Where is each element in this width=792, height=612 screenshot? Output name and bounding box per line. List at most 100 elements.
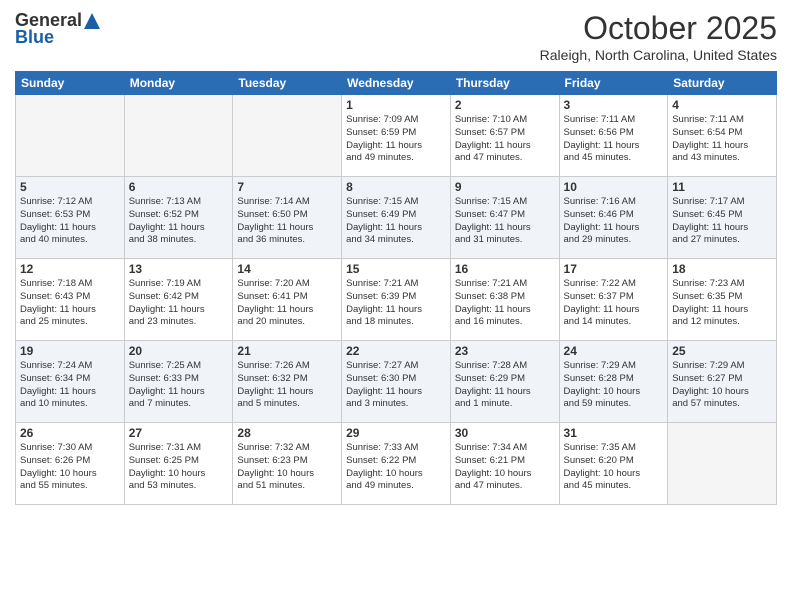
calendar-cell: 23 Sunrise: 7:28 AMSunset: 6:29 PMDayligh… [450,341,559,423]
cell-info-text: Sunrise: 7:10 AMSunset: 6:57 PMDaylight:… [455,114,555,165]
cell-info-text: Sunrise: 7:22 AMSunset: 6:37 PMDaylight:… [564,278,664,329]
cell-date-number: 22 [346,344,446,358]
cell-date-number: 15 [346,262,446,276]
cell-date-number: 28 [237,426,337,440]
cell-date-number: 11 [672,180,772,194]
cell-date-number: 29 [346,426,446,440]
cell-date-number: 26 [20,426,120,440]
calendar-cell [124,95,233,177]
calendar-cell: 13 Sunrise: 7:19 AMSunset: 6:42 PMDayligh… [124,259,233,341]
cell-date-number: 10 [564,180,664,194]
cell-date-number: 13 [129,262,229,276]
cell-date-number: 16 [455,262,555,276]
cell-info-text: Sunrise: 7:17 AMSunset: 6:45 PMDaylight:… [672,196,772,247]
cell-info-text: Sunrise: 7:21 AMSunset: 6:38 PMDaylight:… [455,278,555,329]
calendar-cell: 10 Sunrise: 7:16 AMSunset: 6:46 PMDayligh… [559,177,668,259]
cell-info-text: Sunrise: 7:12 AMSunset: 6:53 PMDaylight:… [20,196,120,247]
cell-date-number: 4 [672,98,772,112]
calendar-cell: 28 Sunrise: 7:32 AMSunset: 6:23 PMDayligh… [233,423,342,505]
calendar-cell [16,95,125,177]
cell-info-text: Sunrise: 7:14 AMSunset: 6:50 PMDaylight:… [237,196,337,247]
cell-date-number: 9 [455,180,555,194]
cell-date-number: 12 [20,262,120,276]
cell-info-text: Sunrise: 7:24 AMSunset: 6:34 PMDaylight:… [20,360,120,411]
cell-date-number: 19 [20,344,120,358]
title-area: October 2025 Raleigh, North Carolina, Un… [540,10,777,63]
week-row-3: 19 Sunrise: 7:24 AMSunset: 6:34 PMDayligh… [16,341,777,423]
cell-info-text: Sunrise: 7:16 AMSunset: 6:46 PMDaylight:… [564,196,664,247]
cell-date-number: 6 [129,180,229,194]
calendar-cell: 6 Sunrise: 7:13 AMSunset: 6:52 PMDaylight… [124,177,233,259]
logo-icon [83,12,101,30]
calendar-cell [668,423,777,505]
cell-info-text: Sunrise: 7:11 AMSunset: 6:54 PMDaylight:… [672,114,772,165]
cell-info-text: Sunrise: 7:20 AMSunset: 6:41 PMDaylight:… [237,278,337,329]
calendar-cell: 7 Sunrise: 7:14 AMSunset: 6:50 PMDaylight… [233,177,342,259]
calendar-cell: 22 Sunrise: 7:27 AMSunset: 6:30 PMDayligh… [342,341,451,423]
day-header-saturday: Saturday [668,72,777,95]
calendar-cell: 30 Sunrise: 7:34 AMSunset: 6:21 PMDayligh… [450,423,559,505]
calendar-cell: 12 Sunrise: 7:18 AMSunset: 6:43 PMDayligh… [16,259,125,341]
cell-date-number: 3 [564,98,664,112]
header: General Blue October 2025 Raleigh, North… [15,10,777,63]
calendar-cell [233,95,342,177]
calendar-cell: 18 Sunrise: 7:23 AMSunset: 6:35 PMDayligh… [668,259,777,341]
cell-date-number: 27 [129,426,229,440]
cell-date-number: 17 [564,262,664,276]
cell-info-text: Sunrise: 7:32 AMSunset: 6:23 PMDaylight:… [237,442,337,493]
cell-date-number: 8 [346,180,446,194]
calendar-cell: 9 Sunrise: 7:15 AMSunset: 6:47 PMDaylight… [450,177,559,259]
week-row-1: 5Sunrise: 7:12 AMSunset: 6:53 PMDaylight… [16,177,777,259]
cell-date-number: 30 [455,426,555,440]
calendar-cell: 25Sunrise: 7:29 AMSunset: 6:27 PMDayligh… [668,341,777,423]
calendar-cell: 4 Sunrise: 7:11 AMSunset: 6:54 PMDaylight… [668,95,777,177]
cell-info-text: Sunrise: 7:27 AMSunset: 6:30 PMDaylight:… [346,360,446,411]
page: General Blue October 2025 Raleigh, North… [0,0,792,612]
calendar-cell: 24Sunrise: 7:29 AMSunset: 6:28 PMDayligh… [559,341,668,423]
calendar-cell: 20Sunrise: 7:25 AMSunset: 6:33 PMDayligh… [124,341,233,423]
cell-date-number: 1 [346,98,446,112]
calendar-header-row: SundayMondayTuesdayWednesdayThursdayFrid… [16,72,777,95]
calendar-cell: 29 Sunrise: 7:33 AMSunset: 6:22 PMDayligh… [342,423,451,505]
cell-info-text: Sunrise: 7:34 AMSunset: 6:21 PMDaylight:… [455,442,555,493]
cell-info-text: Sunrise: 7:19 AMSunset: 6:42 PMDaylight:… [129,278,229,329]
calendar-cell: 26 Sunrise: 7:30 AMSunset: 6:26 PMDayligh… [16,423,125,505]
calendar-cell: 19 Sunrise: 7:24 AMSunset: 6:34 PMDayligh… [16,341,125,423]
cell-info-text: Sunrise: 7:28 AMSunset: 6:29 PMDaylight:… [455,360,555,411]
cell-info-text: Sunrise: 7:23 AMSunset: 6:35 PMDaylight:… [672,278,772,329]
day-header-friday: Friday [559,72,668,95]
cell-info-text: Sunrise: 7:11 AMSunset: 6:56 PMDaylight:… [564,114,664,165]
cell-date-number: 23 [455,344,555,358]
calendar-cell: 17 Sunrise: 7:22 AMSunset: 6:37 PMDayligh… [559,259,668,341]
calendar-cell: 14 Sunrise: 7:20 AMSunset: 6:41 PMDayligh… [233,259,342,341]
day-header-wednesday: Wednesday [342,72,451,95]
week-row-0: 1 Sunrise: 7:09 AMSunset: 6:59 PMDaylight… [16,95,777,177]
calendar-cell: 31Sunrise: 7:35 AMSunset: 6:20 PMDayligh… [559,423,668,505]
logo: General Blue [15,10,102,48]
calendar-cell: 5Sunrise: 7:12 AMSunset: 6:53 PMDaylight… [16,177,125,259]
cell-info-text: Sunrise: 7:33 AMSunset: 6:22 PMDaylight:… [346,442,446,493]
day-header-thursday: Thursday [450,72,559,95]
cell-info-text: Sunrise: 7:13 AMSunset: 6:52 PMDaylight:… [129,196,229,247]
cell-date-number: 14 [237,262,337,276]
cell-info-text: Sunrise: 7:09 AMSunset: 6:59 PMDaylight:… [346,114,446,165]
cell-date-number: 2 [455,98,555,112]
calendar-table: SundayMondayTuesdayWednesdayThursdayFrid… [15,71,777,505]
calendar-cell: 2 Sunrise: 7:10 AMSunset: 6:57 PMDaylight… [450,95,559,177]
cell-info-text: Sunrise: 7:15 AMSunset: 6:47 PMDaylight:… [455,196,555,247]
cell-date-number: 31 [564,426,664,440]
cell-date-number: 20 [129,344,229,358]
week-row-4: 26 Sunrise: 7:30 AMSunset: 6:26 PMDayligh… [16,423,777,505]
cell-date-number: 24 [564,344,664,358]
cell-info-text: Sunrise: 7:26 AMSunset: 6:32 PMDaylight:… [237,360,337,411]
week-row-2: 12 Sunrise: 7:18 AMSunset: 6:43 PMDayligh… [16,259,777,341]
cell-date-number: 7 [237,180,337,194]
cell-date-number: 18 [672,262,772,276]
cell-info-text: Sunrise: 7:18 AMSunset: 6:43 PMDaylight:… [20,278,120,329]
day-header-sunday: Sunday [16,72,125,95]
calendar-cell: 1 Sunrise: 7:09 AMSunset: 6:59 PMDaylight… [342,95,451,177]
day-header-monday: Monday [124,72,233,95]
cell-info-text: Sunrise: 7:30 AMSunset: 6:26 PMDaylight:… [20,442,120,493]
month-title: October 2025 [540,10,777,47]
subtitle: Raleigh, North Carolina, United States [540,47,777,63]
